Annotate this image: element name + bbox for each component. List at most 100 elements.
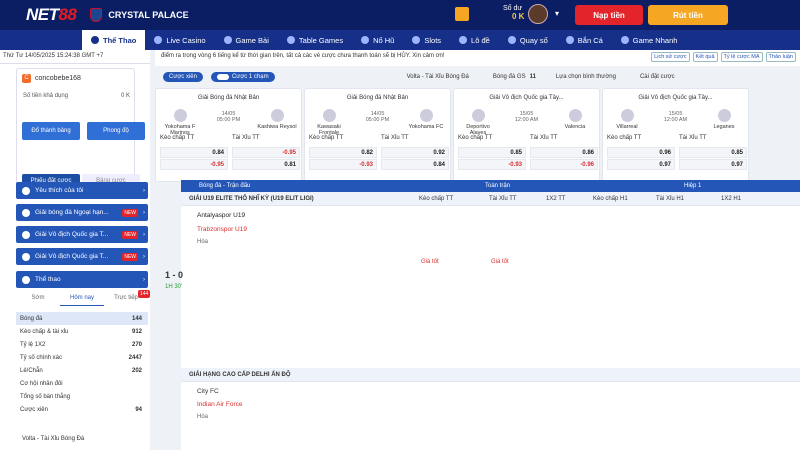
- chevron-down-icon[interactable]: ▾: [555, 9, 559, 18]
- match2-away[interactable]: Indian Air Force: [197, 401, 243, 408]
- league-icon: [22, 252, 30, 261]
- sidebar-item-favorites[interactable]: Yêu thích của tôi ›: [16, 182, 148, 199]
- nav-no-hu[interactable]: Nổ Hũ: [352, 30, 403, 50]
- card-league: Giải Vô địch Quốc gia Tây...: [489, 95, 564, 101]
- odds-cell[interactable]: -0.95: [160, 159, 228, 170]
- live-soccer-link[interactable]: Bóng đá GS: [493, 74, 526, 80]
- card-col-header: Kèo chấp TT: [309, 135, 344, 141]
- list-item[interactable]: Lẻ/Chẵn 202: [16, 364, 148, 377]
- best-price-tag[interactable]: Giá tốt: [421, 259, 439, 265]
- best-price-tag[interactable]: Giá tốt: [491, 259, 509, 265]
- bet-history-button[interactable]: Lịch sử cược: [651, 52, 690, 62]
- nav-quay-so[interactable]: Quay số: [499, 30, 557, 50]
- nav-game-nhanh[interactable]: Game Nhanh: [612, 30, 687, 50]
- odds-value: 0.97: [731, 161, 743, 168]
- list-item[interactable]: Cơ hội nhân đôi: [16, 377, 148, 390]
- odds-cell[interactable]: 0.97: [679, 159, 747, 170]
- cards-icon: [223, 36, 232, 44]
- live-count-badge: 144: [138, 290, 151, 298]
- nav-ban-ca[interactable]: Bắn Cá: [557, 30, 612, 50]
- odds-type-button[interactable]: Tỷ lệ cược MA: [720, 52, 763, 62]
- list-item[interactable]: Tỷ lệ 1X2 270: [16, 338, 148, 351]
- list-item[interactable]: Tổng số bàn thắng: [16, 390, 148, 403]
- volta-link[interactable]: Volta - Tài Xỉu Bóng Đá: [407, 74, 469, 80]
- odds-cell[interactable]: -0.93: [309, 159, 377, 170]
- standings-button[interactable]: Đổ thành bảng: [22, 122, 80, 140]
- period-tabs: Sớm Hôm nay Trực tiếp: [16, 290, 148, 306]
- odds-cell[interactable]: 0.96: [607, 147, 675, 158]
- team-badge-icon: [270, 109, 284, 122]
- match2-home[interactable]: City FC: [197, 388, 219, 395]
- tab-today[interactable]: Hôm nay: [60, 290, 104, 306]
- list-item[interactable]: Tỷ số chính xác 2447: [16, 351, 148, 364]
- sort-select[interactable]: Lựa chọn bình thường: [556, 74, 616, 80]
- odds-cell[interactable]: 0.84: [381, 159, 449, 170]
- nav-sports[interactable]: Thể Thao: [82, 30, 146, 50]
- odds-cell[interactable]: 0.92: [381, 147, 449, 158]
- nav-live-casino[interactable]: Live Casino: [145, 30, 214, 50]
- odds-value: 0.86: [582, 149, 594, 156]
- list-item[interactable]: Cược xiên 94: [16, 403, 148, 416]
- odds-cell[interactable]: 0.85: [679, 147, 747, 158]
- col-header: 1X2 TT: [546, 195, 566, 202]
- sidebar-item-laliga-2[interactable]: Giải Vô địch Quốc gia T... NEW ›: [16, 248, 148, 265]
- odds-cell[interactable]: -0.93: [458, 159, 526, 170]
- nav-game-bai[interactable]: Game Bài: [215, 30, 278, 50]
- sidebar-footer[interactable]: Volta - Tài Xỉu Bóng Đá: [22, 436, 84, 442]
- sidebar-item-laliga-1[interactable]: Giải Vô địch Quốc gia T... NEW ›: [16, 226, 148, 243]
- nav-table-games[interactable]: Table Games: [278, 30, 352, 50]
- odds-cell[interactable]: 0.81: [232, 159, 300, 170]
- balance-label: Số tiền khả dụng: [23, 93, 69, 99]
- odds-value: -0.95: [282, 149, 296, 156]
- avatar[interactable]: [528, 4, 548, 24]
- withdraw-button[interactable]: Rút tiền: [648, 5, 728, 25]
- featured-cards: Giải Bóng đá Nhật Bản Yokohama F Marinos…: [155, 88, 800, 184]
- col-header: 1X2 H1: [721, 195, 742, 202]
- tab-early[interactable]: Sớm: [16, 290, 60, 306]
- discussion-button[interactable]: Thảo luận: [765, 52, 796, 62]
- ticker: điểm ra trong vòng 6 tiếng kể từ thời gi…: [155, 50, 800, 66]
- match1-away[interactable]: Trabzonspor U19: [197, 226, 247, 233]
- league-icon: [22, 230, 30, 239]
- odds-cell[interactable]: -0.96: [530, 159, 598, 170]
- results-button[interactable]: Kết quả: [692, 52, 718, 62]
- list-item[interactable]: Kèo chấp & tài xỉu 912: [16, 325, 148, 338]
- match-card[interactable]: Giải Vô địch Quốc gia Tây... Deportivo A…: [453, 88, 600, 182]
- match-card[interactable]: Giải Bóng đá Nhật Bản Yokohama F Marinos…: [155, 88, 302, 182]
- team-badge-icon: [419, 109, 433, 122]
- odds-cell[interactable]: -0.95: [232, 147, 300, 158]
- match1-home[interactable]: Antalyaspor U19: [197, 212, 245, 219]
- card-league: Giải Vô địch Quốc gia Tây...: [638, 95, 713, 101]
- card-away: Kashiwa Reysol: [257, 109, 297, 130]
- brand-logo[interactable]: NET88: [26, 5, 77, 25]
- list-item[interactable]: Bóng đá 144: [16, 312, 148, 325]
- gift-icon[interactable]: [455, 7, 469, 21]
- odds-cell[interactable]: 0.85: [458, 147, 526, 158]
- league-row[interactable]: GIẢI U19 ELITE THỔ NHĨ KỲ (U19 ELIT LIGI…: [181, 192, 800, 206]
- one-click-pill[interactable]: Cược 1 chạm: [210, 72, 275, 82]
- col-header: Kèo chấp TT: [419, 195, 454, 202]
- card-league: Giải Bóng đá Nhật Bản: [346, 95, 409, 101]
- card-col-header: Kèo chấp TT: [160, 135, 195, 141]
- odds-cell[interactable]: 0.82: [309, 147, 377, 158]
- form-button[interactable]: Phong độ: [87, 122, 145, 140]
- odds-cell[interactable]: 0.97: [607, 159, 675, 170]
- bet-settings[interactable]: Cài đặt cược: [640, 74, 675, 80]
- deposit-button[interactable]: Nạp tiền: [575, 5, 643, 25]
- odds-cell[interactable]: 0.86: [530, 147, 598, 158]
- card-away: Leganes: [704, 109, 744, 130]
- nav-slots[interactable]: Slots: [403, 30, 450, 50]
- sidebar-item-sports[interactable]: Thể thao ›: [16, 271, 148, 288]
- toggle-icon[interactable]: [216, 74, 229, 80]
- filters-bar: Cược xiên Cược 1 chạm Volta - Tài Xỉu Bó…: [155, 68, 800, 86]
- match-card[interactable]: Giải Vô địch Quốc gia Tây... Villarreal …: [602, 88, 749, 182]
- odds-cell[interactable]: 0.84: [160, 147, 228, 158]
- sidebar-item-epl[interactable]: Giải bóng đá Ngoại hạn... NEW ›: [16, 204, 148, 221]
- card-col-header: Tài Xỉu TT: [232, 135, 260, 141]
- nav-lo-de[interactable]: Lô đề: [450, 30, 499, 50]
- league-row[interactable]: GIẢI HẠNG CAO CẤP DELHI ẤN ĐỘ: [181, 368, 800, 382]
- match-card[interactable]: Giải Bóng đá Nhật Bản Kawasaki Frontale …: [304, 88, 451, 182]
- odds-value: 0.96: [659, 149, 671, 156]
- parlay-pill[interactable]: Cược xiên: [163, 72, 203, 82]
- league-icon: [22, 208, 30, 217]
